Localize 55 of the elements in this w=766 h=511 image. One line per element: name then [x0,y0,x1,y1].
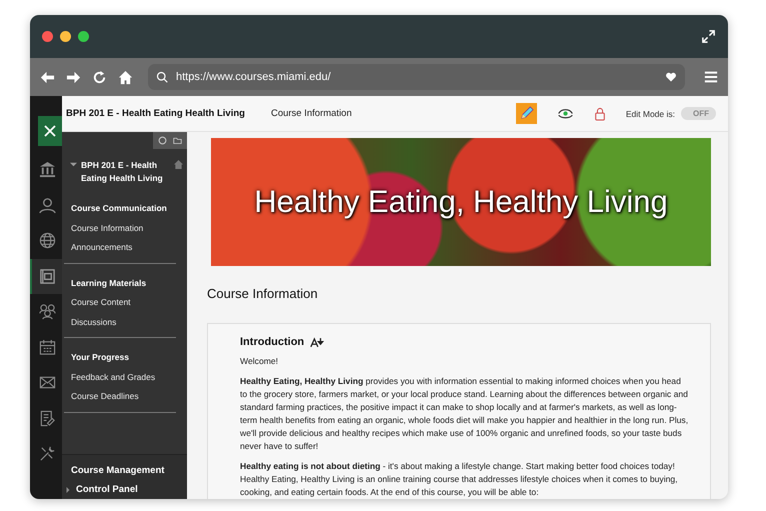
globe-icon [38,232,56,250]
menu-link[interactable]: Announcements [71,238,176,258]
menu-link[interactable]: Course Information [71,218,176,238]
folder-icon[interactable] [173,136,182,145]
calendar-icon [38,338,56,356]
paragraph: Healthy eating is not about dieting - it's about making a lifestyle change. Start making better food choices today! Healthy Eating, Healthy Living is an online training course that addresses lifestyle choices when it comes to buying, cooking, and eating certain foods. At the end of this course, you will be able to: [240,460,679,499]
address-bar[interactable]: https://www.courses.miami.edu/ [148,64,685,90]
course-menu-title[interactable]: BPH 201 E - Health Eating Health Living [81,159,181,185]
control-panel-link[interactable]: Control Panel [76,484,138,495]
item-title: Introduction [240,336,304,348]
menu-link[interactable]: Discussions [71,312,176,332]
banner-title: Healthy Eating, Healthy Living [254,184,668,220]
mail-icon [38,374,56,392]
maximize-window-button[interactable] [78,31,89,42]
home-icon[interactable] [118,70,133,84]
home-icon[interactable] [174,160,183,169]
menu-section-heading: Your Progress [71,351,130,364]
expand-icon[interactable] [701,29,716,44]
menu-link[interactable]: Course Content [71,293,176,312]
refresh-icon[interactable] [158,136,167,145]
text-sort-icon[interactable] [310,336,324,348]
person-icon [38,196,56,214]
breadcrumb-link[interactable]: Course Information [270,108,352,119]
expanded-arrow-icon[interactable] [70,161,77,168]
eye-icon[interactable] [556,107,574,120]
minimize-window-button[interactable] [60,31,71,42]
paragraph: Healthy Eating, Healthy Living provides you with information essential to making informed choices when you head to the grocery store, farmers market, or your local produce stand. Learning about the differences between organic and standard farming practices, the positive impact it can make to shop locally and at farmer's markets, as well as long-term health benefits from eating an organic, whole foods diet will make you happier and healthier in the long run. Plus, we'll provide delicious and healthy recipes which make use of 100% organic and unrefined foods, so your taste buds never have to suffer! [240,375,690,453]
close-window-button[interactable] [42,31,53,42]
groups-icon [38,303,56,320]
course-icon [38,268,56,285]
course-title[interactable]: BPH 201 E - Health Eating Health Living [66,108,245,119]
edit-button[interactable] [516,103,537,124]
reload-icon[interactable] [92,70,107,84]
collapsed-arrow-icon[interactable] [65,486,71,492]
search-icon [156,71,168,83]
tools-icon [38,445,56,462]
menu-link[interactable]: Feedback and Grades [71,368,176,387]
forward-icon[interactable] [66,70,81,84]
page-title: Course Information [207,286,319,301]
menu-link[interactable]: Course Deadlines [71,387,176,406]
grades-icon [38,410,56,427]
menu-section-heading: Course Communication [71,202,168,215]
course-nav-item[interactable] [30,258,62,294]
pencil-icon [518,106,534,121]
menu-section-heading: Learning Materials [71,276,148,290]
edit-mode-label: Edit Mode is: [626,108,675,118]
close-icon [44,125,56,137]
back-icon[interactable] [40,70,55,84]
heart-icon[interactable] [665,71,677,83]
institution-icon [38,161,56,178]
menu-icon[interactable] [704,70,718,84]
paragraph: Welcome! [240,355,280,368]
management-heading: Course Management [71,465,166,476]
lock-icon[interactable] [594,106,606,120]
close-menu-button[interactable] [38,116,62,146]
